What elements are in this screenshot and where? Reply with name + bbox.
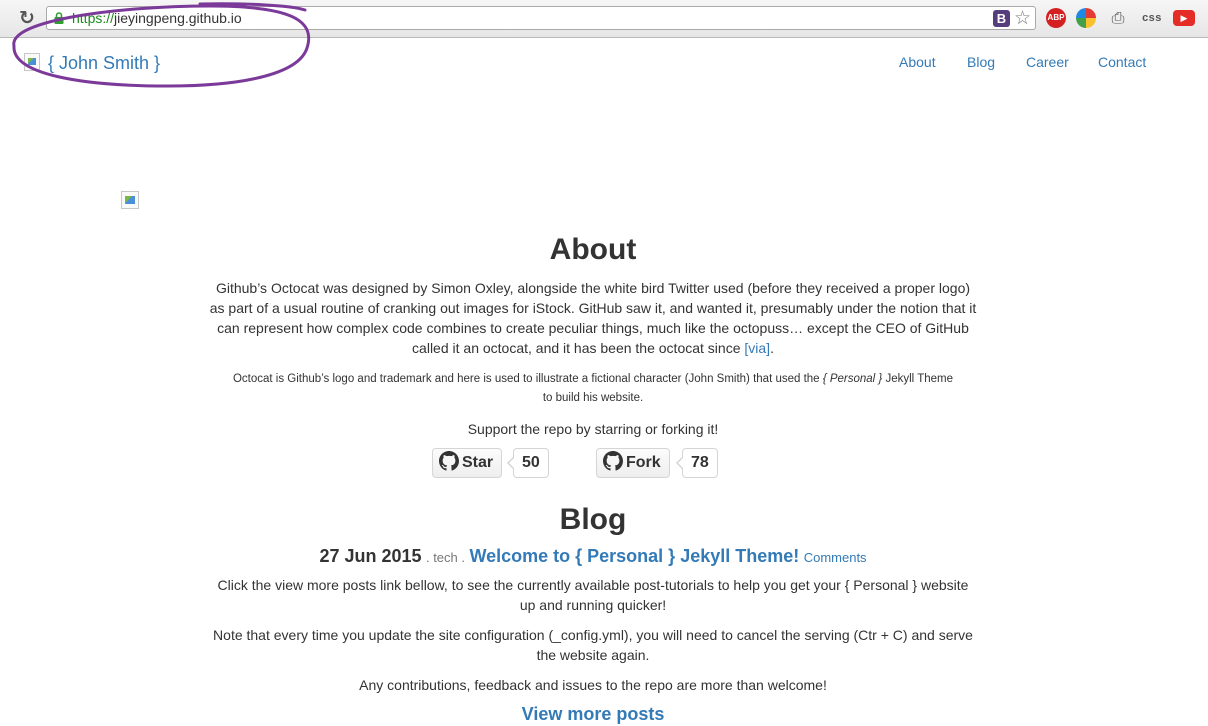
via-link[interactable]: [via] <box>744 340 770 356</box>
post-paragraph-1: Click the view more posts link bellow, t… <box>217 577 969 613</box>
about-heading: About <box>549 233 637 266</box>
url-text: https://jieyingpeng.github.io <box>72 10 242 26</box>
github-star-button[interactable]: Star <box>432 448 503 478</box>
brand-name[interactable]: { John Smith } <box>48 52 160 74</box>
post-category[interactable]: . tech . <box>426 550 465 565</box>
post-paragraph-2: Note that every time you update the site… <box>213 627 973 663</box>
post-paragraph-3: Any contributions, feedback and issues t… <box>359 677 827 693</box>
post-date: 27 Jun 2015 <box>319 546 422 566</box>
nav-link-contact[interactable]: Contact <box>1098 53 1146 71</box>
printer-icon[interactable]: ⎙ <box>1108 8 1128 28</box>
blog-heading: Blog <box>559 503 627 536</box>
view-more-posts-link[interactable]: View more posts <box>208 702 978 726</box>
nav-link-blog[interactable]: Blog <box>967 53 995 71</box>
note-text-before: Octocat is Github’s logo and trademark a… <box>232 373 820 385</box>
broken-image-icon <box>121 191 139 209</box>
star-label: Star <box>462 454 494 471</box>
url-host: jieyingpeng.github.io <box>114 10 242 26</box>
fork-count[interactable]: 78 <box>676 448 718 478</box>
about-text: Github’s Octocat was designed by Simon O… <box>209 280 977 356</box>
url-scheme: https:// <box>72 10 115 26</box>
bookmark-star-icon[interactable]: ☆ <box>1014 7 1031 29</box>
reload-icon[interactable]: ↻ <box>16 7 38 29</box>
github-icon <box>439 451 459 471</box>
browser-toolbar: ↻ https://jieyingpeng.github.io B ☆ ABP … <box>0 0 1208 38</box>
github-icon <box>603 451 623 471</box>
youtube-icon[interactable]: ▶ <box>1173 10 1195 26</box>
address-bar[interactable]: https://jieyingpeng.github.io B ☆ <box>46 6 1036 30</box>
post-title-link[interactable]: Welcome to { Personal } Jekyll Theme! <box>469 546 799 566</box>
support-text: Support the repo by starring or forking … <box>467 421 719 437</box>
star-count[interactable]: 50 <box>507 448 549 478</box>
octocat-note: Octocat is Github’s logo and trademark a… <box>228 370 958 408</box>
nav-link-about[interactable]: About <box>899 53 936 71</box>
post-header: 27 Jun 2015 . tech . Welcome to { Person… <box>208 544 978 570</box>
lock-icon <box>54 12 64 24</box>
note-theme: { Personal } <box>822 373 883 385</box>
fork-label: Fork <box>626 454 661 471</box>
adblock-icon[interactable]: ABP <box>1046 8 1066 28</box>
broken-image-icon <box>24 53 40 71</box>
color-picker-icon[interactable] <box>1076 8 1096 28</box>
nav-link-career[interactable]: Career <box>1026 53 1069 71</box>
github-fork-button[interactable]: Fork <box>596 448 670 478</box>
post-comments-link[interactable]: Comments <box>804 550 867 565</box>
about-paragraph: Github’s Octocat was designed by Simon O… <box>209 280 977 356</box>
bootstrap-extension-icon[interactable]: B <box>993 10 1010 27</box>
css-viewer-icon[interactable]: css <box>1140 8 1164 28</box>
